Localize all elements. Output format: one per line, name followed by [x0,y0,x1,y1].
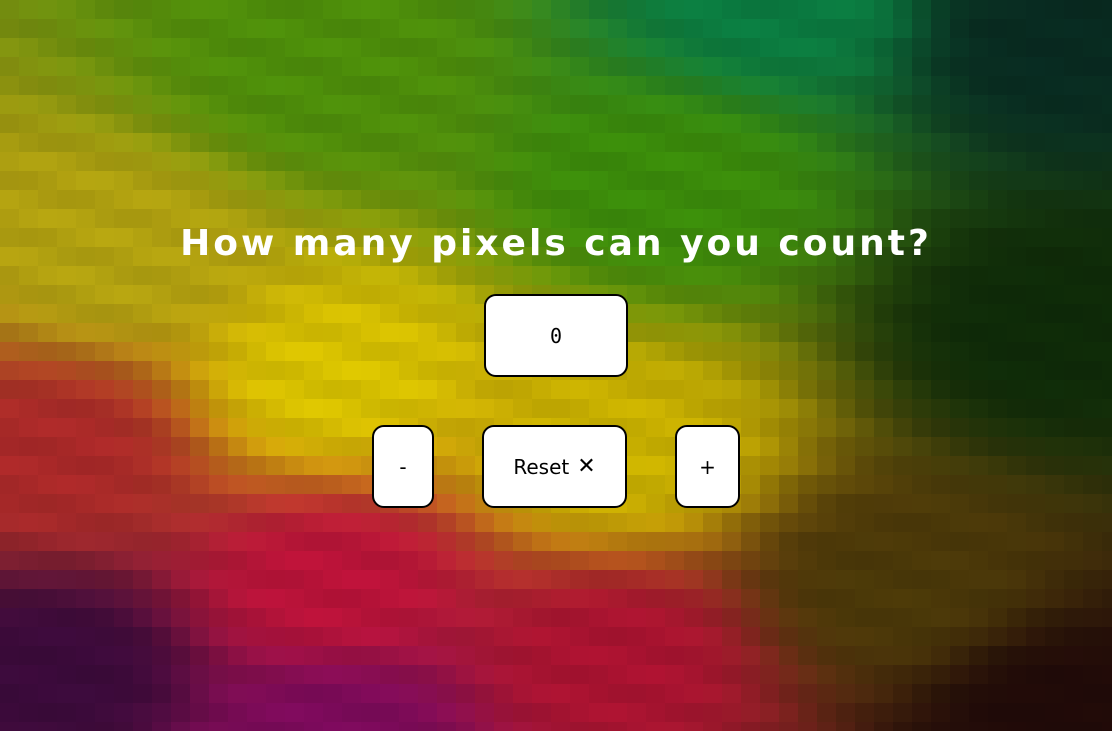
counter-display: 0 [484,294,628,377]
increment-button[interactable]: + [675,425,740,508]
reset-label: Reset [513,454,570,479]
page-title: How many pixels can you count? [180,223,932,264]
increment-label: + [699,454,716,479]
reset-button[interactable]: Reset ✕ [482,425,627,508]
counter-value: 0 [549,323,563,348]
decrement-label: - [399,454,407,479]
close-icon: ✕ [577,453,596,479]
decrement-button[interactable]: - [372,425,434,508]
